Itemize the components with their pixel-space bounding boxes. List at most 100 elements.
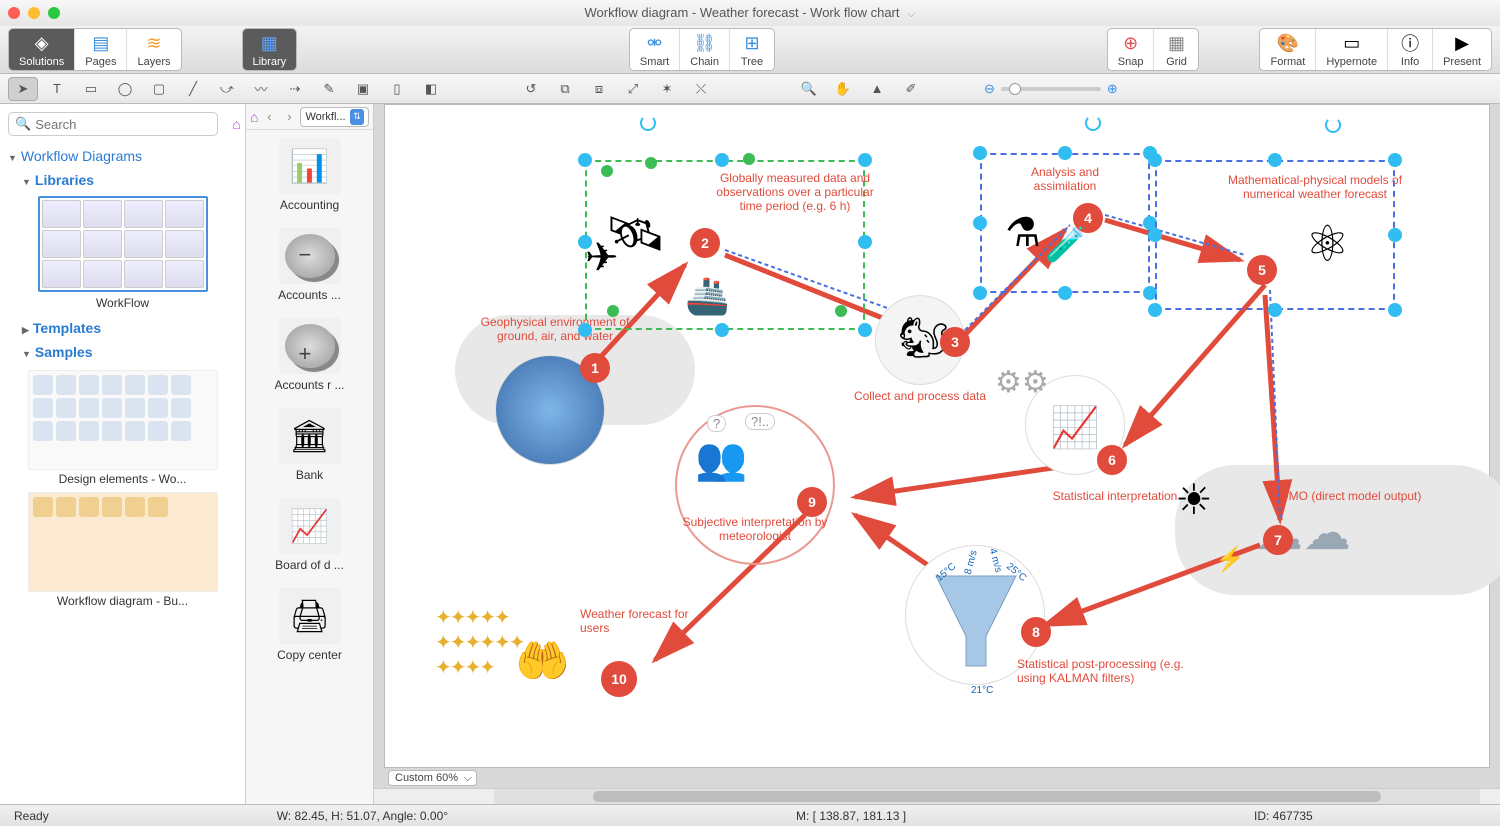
right-segment: 🎨 Format ▭ Hypernote ⓘ Info ▶ Present bbox=[1259, 28, 1492, 71]
status-bar: Ready W: 82.45, H: 51.07, Angle: 0.00° M… bbox=[0, 804, 1500, 826]
hypernote-icon: ▭ bbox=[1340, 31, 1364, 55]
library-panel: ⌂ ‹ › Workfl... ⇅ 📊Accounting −Accounts … bbox=[246, 104, 374, 804]
align-tool[interactable]: ⤢ bbox=[618, 77, 648, 101]
zoom-out-icon[interactable]: ⊖ bbox=[984, 81, 995, 97]
eyedropper-tool[interactable]: ✐ bbox=[896, 77, 926, 101]
status-mouse: M: [ 138.87, 181.13 ] bbox=[462, 809, 1240, 823]
sun-icon[interactable]: ☀ bbox=[1175, 475, 1213, 524]
rotate-handle-icon[interactable] bbox=[1325, 117, 1341, 133]
badge-9: 9 bbox=[797, 487, 827, 517]
tree-samples[interactable]: Samples bbox=[0, 340, 245, 364]
workflow-lib-thumb[interactable] bbox=[38, 196, 208, 292]
hand-icon[interactable]: 🤲 bbox=[515, 635, 570, 687]
libitem-label: Copy center bbox=[277, 648, 342, 662]
tree-button[interactable]: ⊞ Tree bbox=[730, 29, 774, 70]
distribute-tool[interactable]: ✶ bbox=[652, 77, 682, 101]
people-icon[interactable]: 👥 bbox=[695, 435, 747, 484]
present-button[interactable]: ▶ Present bbox=[1433, 29, 1491, 70]
tree-root[interactable]: Workflow Diagrams bbox=[0, 144, 245, 168]
stars-icon[interactable]: ✦✦✦✦✦✦✦✦✦✦✦✦✦✦✦ bbox=[435, 605, 524, 680]
badge-5: 5 bbox=[1247, 255, 1277, 285]
rotate-handle-icon[interactable] bbox=[1085, 115, 1101, 131]
pointer-tool[interactable]: ➤ bbox=[8, 77, 38, 101]
libitem-accounting[interactable]: 📊Accounting bbox=[246, 130, 373, 220]
fill-tool[interactable]: ◧ bbox=[416, 77, 446, 101]
stamp-tool[interactable]: ▲ bbox=[862, 77, 892, 101]
horizontal-scrollbar[interactable] bbox=[374, 788, 1500, 804]
connector-segment: ⚮ Smart ⛓ Chain ⊞ Tree bbox=[629, 28, 775, 71]
atom-icon[interactable]: ⚛ bbox=[1305, 215, 1350, 273]
chain-icon: ⛓ bbox=[693, 31, 717, 55]
libitem-copy-center[interactable]: 🖨Copy center bbox=[246, 580, 373, 670]
search-box[interactable]: 🔍 bbox=[8, 112, 218, 136]
pan-tool[interactable]: ✋ bbox=[828, 77, 858, 101]
tree-templates[interactable]: Templates bbox=[0, 316, 245, 340]
group-tool[interactable]: ⧉ bbox=[550, 77, 580, 101]
ungroup-tool[interactable]: ⧈ bbox=[584, 77, 614, 101]
plane-icon[interactable]: ✈ bbox=[585, 235, 619, 281]
node-label-5: Mathematical-physical models of numerica… bbox=[1215, 173, 1415, 201]
connector-tool[interactable]: ⇢ bbox=[280, 77, 310, 101]
info-button[interactable]: ⓘ Info bbox=[1388, 29, 1433, 70]
zoom-slider[interactable] bbox=[1001, 87, 1101, 91]
format-button[interactable]: 🎨 Format bbox=[1260, 29, 1316, 70]
rect-tool[interactable]: ▭ bbox=[76, 77, 106, 101]
badge-10: 10 bbox=[601, 661, 637, 697]
home-icon[interactable]: ⌂ bbox=[226, 116, 246, 132]
ship-icon[interactable]: 🚢 bbox=[685, 275, 730, 317]
view-segment: ◈ Solutions ▤ Pages ≋ Layers bbox=[8, 28, 182, 71]
zoom-combo[interactable]: Custom 60% ⌵ bbox=[388, 770, 477, 786]
roundrect-tool[interactable]: ▢ bbox=[144, 77, 174, 101]
flask-icon[interactable]: ⚗ bbox=[1005, 210, 1041, 256]
tree-libraries[interactable]: Libraries bbox=[0, 168, 245, 192]
beaker-icon[interactable]: 🧪 bbox=[1045, 225, 1087, 265]
grid-button[interactable]: ▦ Grid bbox=[1154, 29, 1198, 70]
lib-forward-icon[interactable]: › bbox=[280, 108, 298, 126]
libitem-label: Bank bbox=[296, 468, 323, 482]
pages-button[interactable]: ▤ Pages bbox=[75, 29, 127, 70]
hypernote-button[interactable]: ▭ Hypernote bbox=[1316, 29, 1388, 70]
sample-thumb-2[interactable] bbox=[28, 492, 218, 592]
library-button[interactable]: ▦ Library bbox=[243, 29, 297, 70]
canvas-paper[interactable]: Geophysical environment of ground, air, … bbox=[384, 104, 1490, 768]
chain-button[interactable]: ⛓ Chain bbox=[680, 29, 730, 70]
layers-button[interactable]: ≋ Layers bbox=[127, 29, 180, 70]
canvas-area[interactable]: Geophysical environment of ground, air, … bbox=[374, 104, 1500, 788]
canvas-wrap: Geophysical environment of ground, air, … bbox=[374, 104, 1500, 804]
search-input[interactable] bbox=[35, 117, 211, 132]
text-tool[interactable]: T bbox=[42, 77, 72, 101]
speech-icon: ?!.. bbox=[745, 413, 775, 430]
lib-dropdown[interactable]: Workfl... ⇅ bbox=[300, 107, 369, 127]
sample-thumb-1[interactable] bbox=[28, 370, 218, 470]
arc-tool[interactable]: ⤻ bbox=[212, 77, 242, 101]
curve-tool[interactable]: 〰 bbox=[246, 77, 276, 101]
rotate-tool[interactable]: ⤬ bbox=[686, 77, 716, 101]
libitem-board[interactable]: 📈Board of d ... bbox=[246, 490, 373, 580]
line-tool[interactable]: ╱ bbox=[178, 77, 208, 101]
zoom-in-icon[interactable]: ⊕ bbox=[1107, 81, 1118, 97]
badge-8: 8 bbox=[1021, 617, 1051, 647]
solutions-button[interactable]: ◈ Solutions bbox=[9, 29, 75, 70]
lib-home-icon[interactable]: ⌂ bbox=[250, 109, 258, 125]
frame-tool[interactable]: ▯ bbox=[382, 77, 412, 101]
title-dropdown-icon[interactable]: ⌵ bbox=[907, 8, 915, 20]
tree-label: Tree bbox=[741, 56, 763, 68]
workflow-lib-label: WorkFlow bbox=[0, 296, 245, 310]
smart-button[interactable]: ⚮ Smart bbox=[630, 29, 680, 70]
libitem-bank[interactable]: 🏛Bank bbox=[246, 400, 373, 490]
bucket-tool[interactable]: ▣ bbox=[348, 77, 378, 101]
lib-back-icon[interactable]: ‹ bbox=[260, 108, 278, 126]
pen-tool[interactable]: ✎ bbox=[314, 77, 344, 101]
snap-button[interactable]: ⊕ Snap bbox=[1108, 29, 1155, 70]
libitem-accounts-payable[interactable]: −Accounts ... bbox=[246, 220, 373, 310]
search-icon: 🔍 bbox=[15, 116, 31, 132]
rotate-handle-icon[interactable] bbox=[640, 115, 656, 131]
snap-label: Snap bbox=[1118, 56, 1144, 68]
zoom-tool[interactable]: 🔍 bbox=[794, 77, 824, 101]
library-items: 📊Accounting −Accounts ... +Accounts r ..… bbox=[246, 130, 373, 804]
smart-label: Smart bbox=[640, 56, 669, 68]
undo-arc-tool[interactable]: ↺ bbox=[516, 77, 546, 101]
scroll-thumb[interactable] bbox=[593, 791, 1382, 802]
libitem-accounts-receivable[interactable]: +Accounts r ... bbox=[246, 310, 373, 400]
ellipse-tool[interactable]: ◯ bbox=[110, 77, 140, 101]
